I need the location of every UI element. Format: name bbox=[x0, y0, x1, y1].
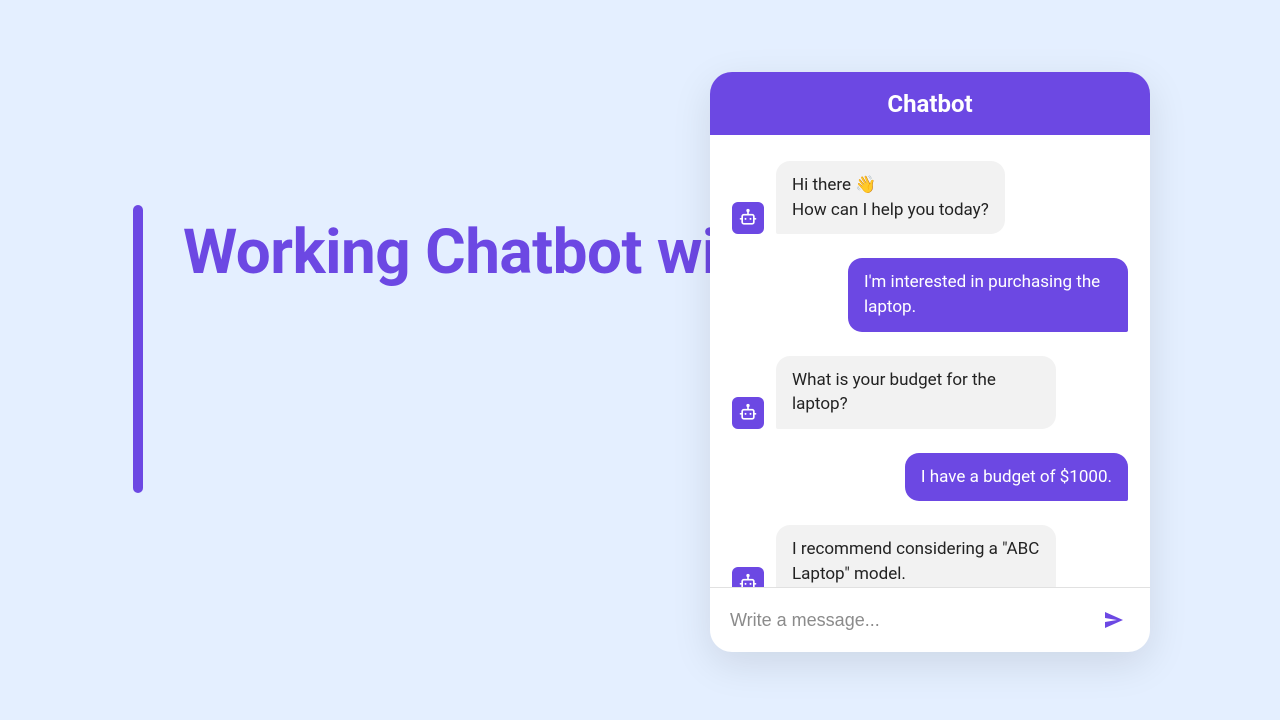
message-input[interactable] bbox=[730, 610, 1084, 631]
message-row: Hi there 👋 How can I help you today? bbox=[732, 161, 1128, 234]
user-message-bubble: I have a budget of $1000. bbox=[905, 453, 1128, 502]
robot-icon bbox=[732, 397, 764, 429]
chat-messages: Hi there 👋 How can I help you today? I'm… bbox=[710, 135, 1150, 587]
message-text: I have a budget of $1000. bbox=[921, 465, 1112, 490]
chat-input-row bbox=[710, 587, 1150, 652]
user-message-bubble: I'm interested in purchasing the laptop. bbox=[848, 258, 1128, 331]
send-icon bbox=[1102, 608, 1126, 632]
robot-icon bbox=[732, 567, 764, 587]
headline-accent-bar bbox=[133, 205, 143, 493]
message-row: I recommend considering a "ABC Laptop" m… bbox=[732, 525, 1128, 587]
message-row: What is your budget for the laptop? bbox=[732, 356, 1128, 429]
message-row: I'm interested in purchasing the laptop. bbox=[732, 258, 1128, 331]
bot-message-bubble: Hi there 👋 How can I help you today? bbox=[776, 161, 1005, 234]
message-row: I have a budget of $1000. bbox=[732, 453, 1128, 502]
chat-header-title: Chatbot bbox=[710, 72, 1150, 135]
send-button[interactable] bbox=[1098, 604, 1130, 636]
bot-message-bubble: What is your budget for the laptop? bbox=[776, 356, 1056, 429]
bot-message-bubble: I recommend considering a "ABC Laptop" m… bbox=[776, 525, 1056, 587]
message-text: What is your budget for the laptop? bbox=[792, 368, 1040, 417]
robot-icon bbox=[732, 202, 764, 234]
message-text: Hi there 👋 How can I help you today? bbox=[792, 173, 989, 222]
message-text: I recommend considering a "ABC Laptop" m… bbox=[792, 537, 1040, 586]
chatbot-panel: Chatbot Hi there 👋 How can I help you to… bbox=[710, 72, 1150, 652]
message-text: I'm interested in purchasing the laptop. bbox=[864, 270, 1112, 319]
